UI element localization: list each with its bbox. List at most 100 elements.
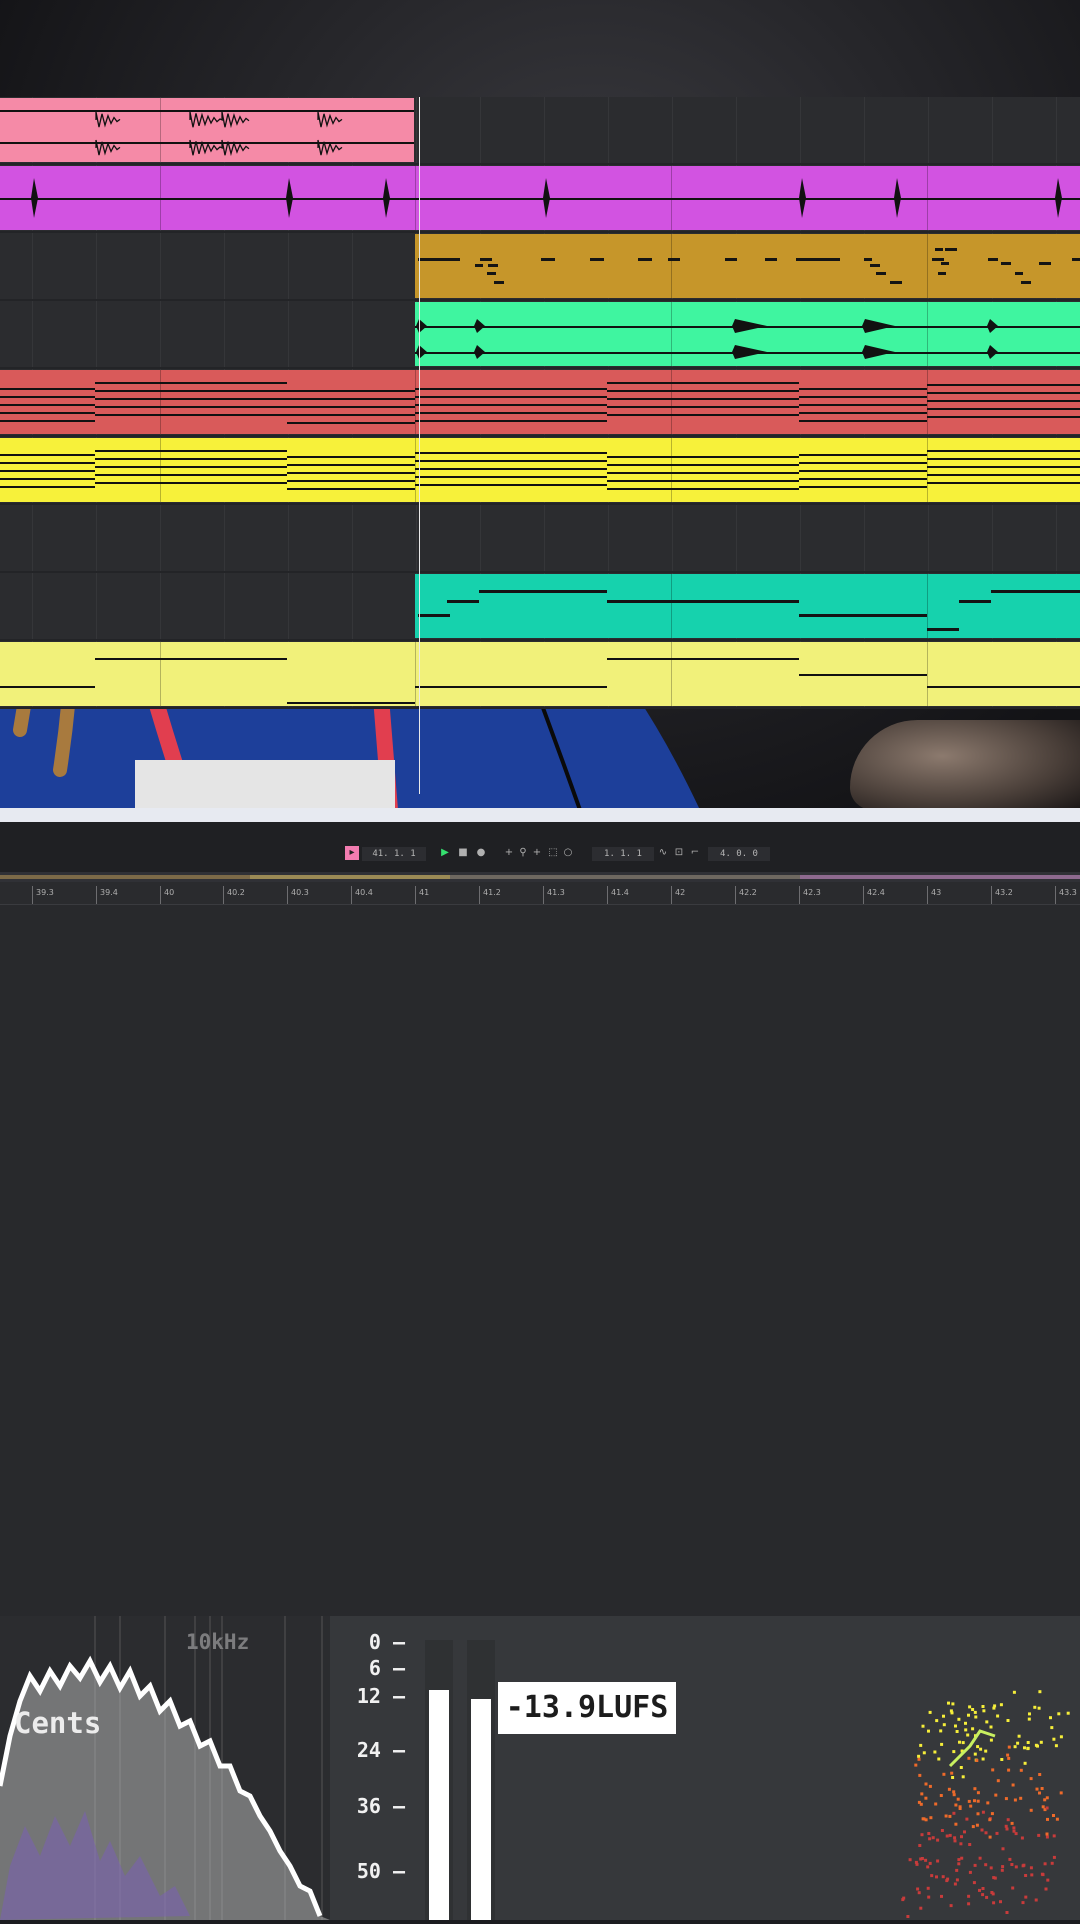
chord-line xyxy=(287,422,415,424)
grid-line xyxy=(800,505,801,571)
track-lane-red-chords[interactable] xyxy=(0,369,1080,437)
chord-line xyxy=(927,450,1080,452)
midi-note xyxy=(725,258,737,261)
vocal-waveform xyxy=(416,319,998,359)
track-lane-yellow-chords[interactable] xyxy=(0,437,1080,505)
add-icon[interactable]: + xyxy=(502,846,516,860)
chord-line xyxy=(799,478,927,480)
midi-clip-chords-red[interactable] xyxy=(0,370,1080,434)
chord-line xyxy=(287,488,415,490)
track-lane-green-audio[interactable] xyxy=(0,301,1080,369)
goniometer-scope xyxy=(901,1690,1070,1918)
midi-note xyxy=(959,600,991,603)
chord-line xyxy=(95,382,287,384)
frame-divider xyxy=(0,808,1080,822)
ruler-tick: 41.3 xyxy=(543,886,565,904)
track-lane-pink-drums[interactable] xyxy=(0,97,1080,165)
grid-line xyxy=(352,301,353,367)
midi-note xyxy=(1015,272,1023,275)
ruler-label: 42 xyxy=(675,888,686,897)
grid-line xyxy=(288,233,289,299)
chord-line xyxy=(0,412,95,414)
loop-start-field[interactable]: 1. 1. 1 xyxy=(592,847,654,861)
capture-icon[interactable]: ⬚ xyxy=(546,846,560,860)
play-button[interactable]: ▶ xyxy=(438,846,452,860)
ruler-tick: 42.2 xyxy=(735,886,757,904)
link-icon[interactable]: ⚲ xyxy=(516,846,530,860)
midi-note xyxy=(765,258,777,261)
chord-line xyxy=(927,458,1080,460)
record-button[interactable]: ● xyxy=(474,846,488,860)
chord-line xyxy=(799,454,927,456)
playhead[interactable] xyxy=(419,97,420,794)
follow-toggle[interactable]: ▸ xyxy=(345,846,359,860)
arrangement-overview[interactable] xyxy=(0,872,1080,882)
midi-note xyxy=(890,281,902,284)
track-lane-orange-midi[interactable] xyxy=(0,233,1080,301)
midi-note xyxy=(607,600,799,603)
midi-clip-melody[interactable] xyxy=(415,234,1080,298)
grid-line xyxy=(608,505,609,571)
song-position-field[interactable]: 41. 1. 1 xyxy=(362,847,426,861)
track-lane-pale-yellow-pad[interactable] xyxy=(0,641,1080,709)
chord-line xyxy=(0,404,95,406)
chord-line xyxy=(0,470,95,472)
grid-line xyxy=(992,97,993,163)
midi-note xyxy=(479,590,607,593)
audio-clip-perc[interactable] xyxy=(0,166,1080,230)
grid-line xyxy=(992,505,993,571)
midi-note xyxy=(938,272,946,275)
chord-line xyxy=(95,466,287,468)
beat-time-ruler[interactable]: 39.3 39.4 40 40.2 40.3 40.4 41 41.2 41.3 41.4 42 42… xyxy=(0,882,1080,905)
chord-line xyxy=(927,384,1080,386)
grid-line xyxy=(288,573,289,639)
grid-line xyxy=(160,233,161,299)
punch-icon[interactable]: ⌐ xyxy=(688,846,702,860)
midi-note xyxy=(1001,262,1011,265)
grid-line xyxy=(288,505,289,571)
chord-line xyxy=(607,390,799,392)
chord-line xyxy=(927,392,1080,394)
ruler-tick: 41.2 xyxy=(479,886,501,904)
midi-note xyxy=(1021,281,1031,284)
ruler-tick: 43 xyxy=(927,886,941,904)
midi-clip-pad[interactable] xyxy=(0,642,1080,706)
loop-length-field[interactable]: 4. 0. 0 xyxy=(708,847,770,861)
loop-circle-icon[interactable]: ○ xyxy=(561,846,575,860)
ruler-label: 39.3 xyxy=(36,888,54,897)
chord-line xyxy=(927,474,1080,476)
transport-bar: ▸ 41. 1. 1 ▶ ■ ● + ⚲ + ⬚ ○ 1. 1. 1 ∿ ⊡ ⌐… xyxy=(0,822,1080,872)
chord-line xyxy=(95,398,287,400)
midi-note xyxy=(418,258,460,261)
level-meter-right xyxy=(467,1640,495,1920)
chord-line xyxy=(415,484,607,486)
frequency-label: 10kHz xyxy=(186,1630,250,1654)
chord-line xyxy=(799,404,927,406)
stop-button[interactable]: ■ xyxy=(456,846,470,860)
track-lane-teal-bass[interactable] xyxy=(0,573,1080,641)
chord-line xyxy=(95,414,287,416)
audio-clip-drums[interactable] xyxy=(0,98,414,162)
ruler-label: 40 xyxy=(164,888,175,897)
spectrum-graph xyxy=(0,1616,330,1920)
ruler-label: 42.2 xyxy=(739,888,757,897)
chord-line xyxy=(95,458,287,460)
audio-clip-vocal[interactable] xyxy=(415,302,1080,366)
pad-note-line xyxy=(0,686,95,688)
draw-mode-icon[interactable]: ∿ xyxy=(656,846,670,860)
track-lane-empty[interactable] xyxy=(0,505,1080,573)
meter-scale-label: 24 – xyxy=(356,1738,405,1762)
midi-note xyxy=(927,628,959,631)
level-meter-left-fill xyxy=(429,1690,449,1920)
overdub-icon[interactable]: + xyxy=(530,846,544,860)
midi-note xyxy=(945,248,957,251)
midi-clip-bass[interactable] xyxy=(415,574,1080,638)
clip-bar-line xyxy=(415,438,416,502)
track-lane-purple-perc[interactable] xyxy=(0,165,1080,233)
chord-line xyxy=(95,390,287,392)
ruler-label: 43.2 xyxy=(995,888,1013,897)
meter-scale-label: 0 – xyxy=(368,1630,405,1654)
midi-clip-chords-yellow[interactable] xyxy=(0,438,1080,502)
loop-switch-icon[interactable]: ⊡ xyxy=(672,846,686,860)
midi-note xyxy=(1039,262,1051,265)
